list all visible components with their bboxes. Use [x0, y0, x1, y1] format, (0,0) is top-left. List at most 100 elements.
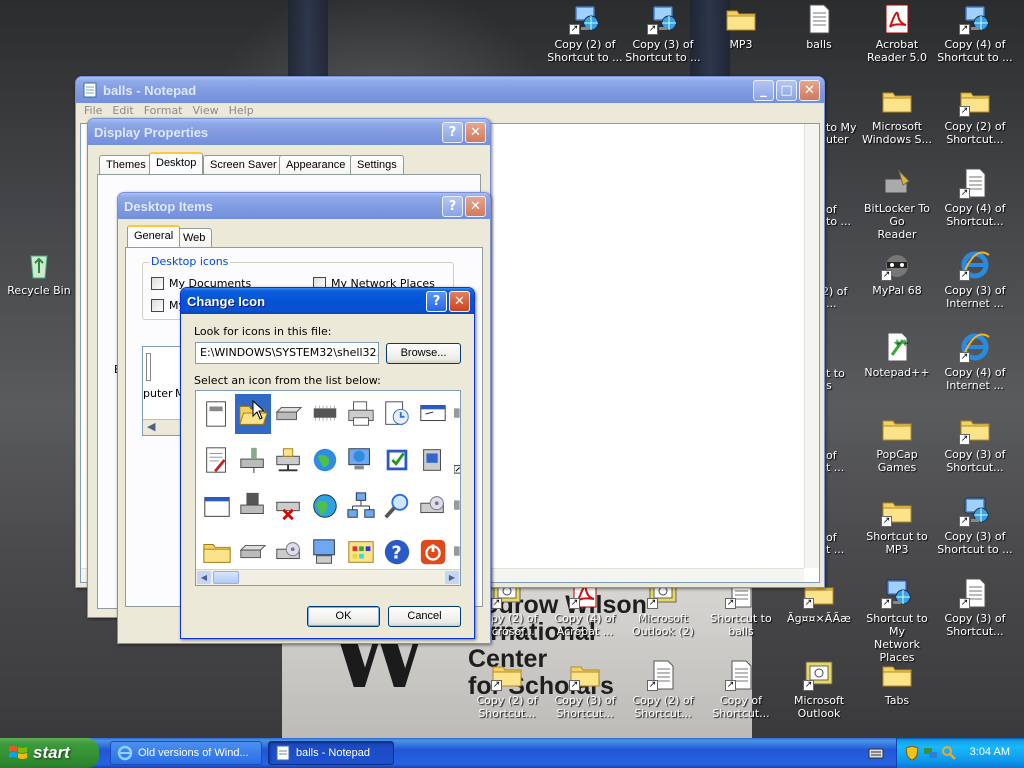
window-icon[interactable] — [199, 486, 235, 526]
display-properties-titlebar[interactable]: Display Properties ? ✕ — [88, 119, 490, 145]
scroll-left-icon[interactable]: ◀ — [197, 571, 211, 584]
help-button[interactable]: ? — [442, 195, 463, 217]
control-panel-icon[interactable] — [343, 532, 379, 572]
desktop-icon[interactable]: ↗ Copy (4) of Shortcut to ... — [936, 2, 1014, 64]
keyboard-icon[interactable] — [868, 746, 884, 760]
desktop-icon[interactable]: Acrobat Reader 5.0 — [858, 2, 936, 64]
network-icon[interactable] — [343, 486, 379, 526]
document-edit-icon[interactable] — [199, 440, 235, 480]
desktop-icon[interactable]: ↗ Copy of Shortcut... — [702, 658, 780, 720]
cd-drive-icon[interactable] — [271, 532, 307, 572]
desktop-icon[interactable]: balls — [780, 2, 858, 51]
desktop-icon[interactable]: ↗ Copy (4) of Internet ... — [936, 330, 1014, 392]
notepad-vertical-scrollbar[interactable] — [804, 124, 819, 568]
ie-icon: ↗ — [958, 248, 992, 282]
monitor-globe-icon[interactable] — [343, 440, 379, 480]
globe-icon[interactable] — [307, 440, 343, 480]
scroll-left-icon[interactable]: ◀ — [147, 420, 155, 433]
desktop-icon[interactable]: ↗ MyPal 68 — [858, 248, 936, 297]
scheduled-tasks-icon[interactable] — [379, 394, 415, 434]
help-icon[interactable]: ? — [379, 532, 415, 572]
cancel-button[interactable]: Cancel — [388, 606, 461, 627]
drive-error-icon[interactable] — [271, 486, 307, 526]
ok-button[interactable]: OK — [307, 606, 380, 627]
my-documents-checkbox[interactable] — [151, 277, 164, 290]
drive-icon[interactable] — [235, 532, 271, 572]
shortcut-icon[interactable] — [451, 440, 460, 480]
document-icon[interactable] — [199, 394, 235, 434]
desktop-icon[interactable]: ↗ Shortcut to MP3 — [858, 494, 936, 556]
tab-general[interactable]: General — [127, 225, 181, 247]
desktop-icon[interactable]: ↗ Copy (2) of Shortcut... — [624, 658, 702, 720]
power-icon[interactable] — [415, 532, 451, 572]
window-run-icon[interactable] — [415, 394, 451, 434]
check-document-icon[interactable] — [379, 440, 415, 480]
search-icon[interactable] — [379, 486, 415, 526]
tab-settings[interactable]: Settings — [350, 155, 404, 175]
desktop-icon[interactable]: Recycle Bin — [0, 248, 78, 297]
desktop-icon[interactable]: BitLocker To Go Reader — [858, 166, 936, 241]
desktop-icon[interactable]: MP3 — [702, 2, 780, 51]
desktop-icon[interactable]: ↗ Copy (3) of Internet ... — [936, 248, 1014, 310]
desktop-icon[interactable]: ↗ Copy (4) of Shortcut... — [936, 166, 1014, 228]
icon-list-scrollbar[interactable]: ◀ ▶ — [196, 569, 460, 585]
desktop-icon[interactable]: Microsoft Windows S... — [858, 84, 936, 146]
search-tray-icon[interactable] — [941, 745, 957, 761]
desktop-icon[interactable]: ↗ Copy (2) of Shortcut... — [936, 84, 1014, 146]
close-button[interactable]: ✕ — [465, 195, 486, 217]
partial-icon[interactable] — [451, 532, 460, 572]
change-icon-titlebar[interactable]: Change Icon ? ✕ — [181, 288, 474, 314]
icon-list[interactable]: ? ◀ ▶ — [195, 390, 461, 586]
folder-icon[interactable] — [199, 532, 235, 572]
computer-icon[interactable] — [307, 532, 343, 572]
desktop-icon-label: Copy (2) of Shortcut... — [476, 694, 538, 720]
partial-icon[interactable] — [451, 394, 460, 434]
browse-button[interactable]: Browse... — [386, 343, 461, 364]
maximize-button[interactable]: □ — [776, 79, 797, 101]
desktop-icon[interactable]: Tabs — [858, 658, 936, 707]
file-path-field[interactable]: E:\WINDOWS\SYSTEM32\shell32.dll — [195, 342, 379, 364]
printer-icon[interactable] — [343, 394, 379, 434]
tab-web[interactable]: Web — [176, 228, 213, 248]
tab-themes[interactable]: Themes — [99, 155, 153, 175]
mail-drive-icon[interactable] — [415, 440, 451, 480]
close-button[interactable]: ✕ — [465, 121, 486, 143]
task-notepad[interactable]: balls - Notepad — [268, 741, 394, 765]
desktop-icon[interactable]: PopCap Games — [858, 412, 936, 474]
world-globe-icon[interactable] — [307, 486, 343, 526]
network-drive-icon[interactable] — [235, 440, 271, 480]
desktop-icon[interactable]: ↗ Copy (3) of Shortcut to ... — [624, 2, 702, 64]
desktop-icon[interactable]: ↗ Microsoft Outlook — [780, 658, 858, 720]
network-tray-icon[interactable] — [923, 745, 939, 761]
tab-appearance[interactable]: Appearance — [279, 155, 353, 175]
help-button[interactable]: ? — [426, 290, 447, 312]
chip-icon[interactable] — [307, 394, 343, 434]
my-computer-checkbox[interactable] — [151, 299, 164, 312]
help-button[interactable]: ? — [442, 121, 463, 143]
desktop-icon[interactable]: ↗ Shortcut to My Network Places — [858, 576, 936, 664]
desktop-items-titlebar[interactable]: Desktop Items ? ✕ — [118, 193, 490, 219]
notepad-titlebar[interactable]: balls - Notepad _ □ ✕ — [76, 77, 824, 103]
desktop-icon[interactable]: ↗ Copy (3) of Shortcut to ... — [936, 494, 1014, 556]
task-ie[interactable]: Old versions of Wind... — [110, 741, 262, 765]
drive-icon[interactable] — [271, 394, 307, 434]
desktop-icon[interactable]: ++ Notepad++ — [858, 330, 936, 379]
desktop-icon[interactable]: ↗ Copy (3) of Shortcut... — [546, 658, 624, 720]
scrollbar-thumb[interactable] — [213, 571, 239, 584]
security-shield-icon[interactable] — [905, 745, 919, 761]
cd-drive-icon[interactable] — [415, 486, 451, 526]
floppy-drive-icon[interactable] — [235, 486, 271, 526]
desktop-icon[interactable]: ↗ Copy (2) of Shortcut... — [468, 658, 546, 720]
tab-screen-saver[interactable]: Screen Saver — [203, 155, 284, 175]
close-button[interactable]: ✕ — [449, 290, 470, 312]
minimize-button[interactable]: _ — [753, 79, 774, 101]
partial-icon[interactable] — [451, 486, 460, 526]
desktop-icon[interactable]: ↗ Copy (3) of Shortcut... — [936, 576, 1014, 638]
start-button[interactable]: start — [0, 738, 99, 768]
scroll-right-icon[interactable]: ▶ — [445, 571, 459, 584]
desktop-icon[interactable]: ↗ Copy (2) of Shortcut to ... — [546, 2, 624, 64]
close-button[interactable]: ✕ — [799, 79, 820, 101]
tab-desktop[interactable]: Desktop — [149, 152, 204, 174]
network-share-icon[interactable] — [271, 440, 307, 480]
desktop-icon[interactable]: ↗ Copy (3) of Shortcut... — [936, 412, 1014, 474]
